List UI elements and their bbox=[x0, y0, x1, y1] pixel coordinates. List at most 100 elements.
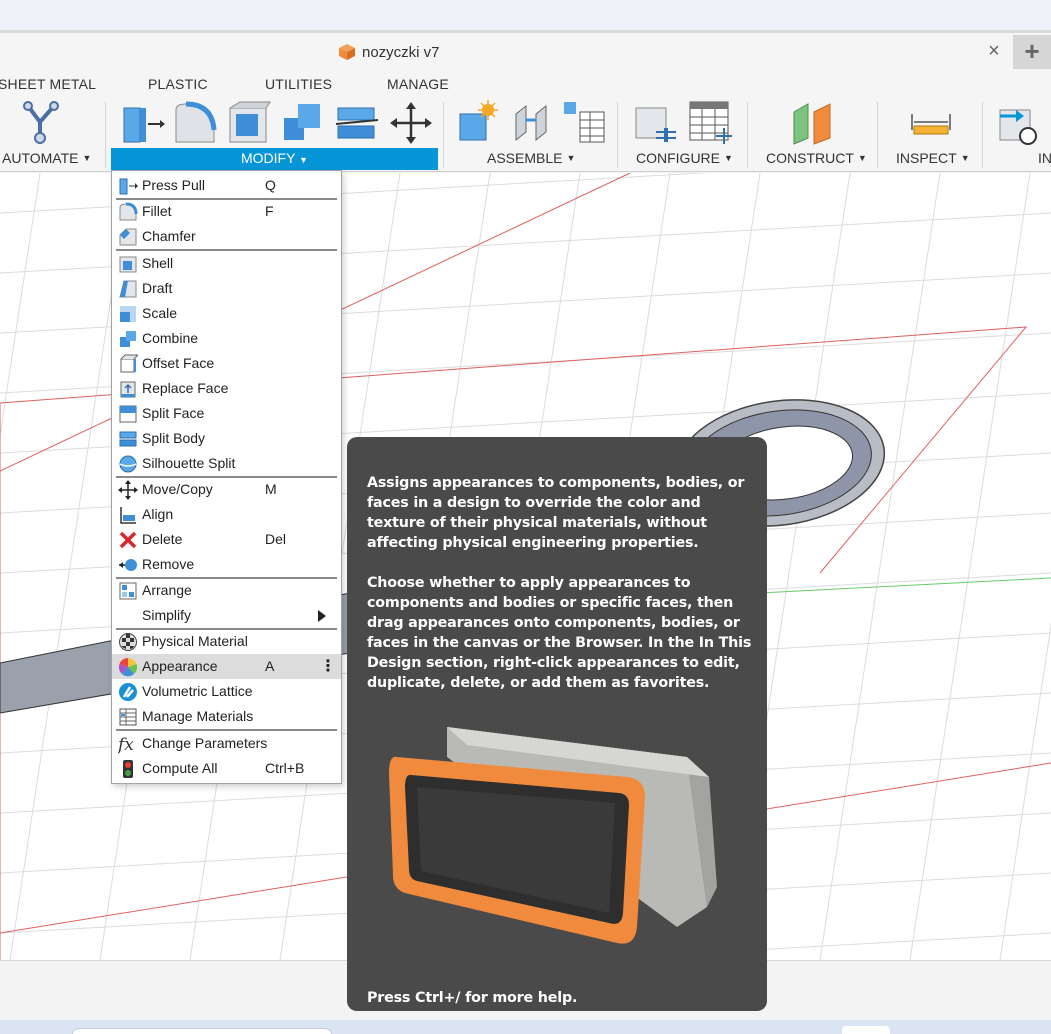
insert-label: IN bbox=[1038, 150, 1051, 166]
offset-plane-icon[interactable] bbox=[790, 100, 836, 146]
more-options-icon[interactable]: ⋮ bbox=[320, 656, 336, 676]
configuration-table-icon[interactable] bbox=[688, 100, 734, 146]
menu-item-label: Press Pull bbox=[142, 177, 206, 193]
menu-item-label: Draft bbox=[142, 280, 173, 296]
menu-item-volumetric-lattice[interactable]: Volumetric Lattice bbox=[112, 679, 341, 704]
menu-item-arrange[interactable]: Arrange bbox=[112, 578, 341, 603]
scale-icon bbox=[120, 306, 136, 322]
bill-of-materials-icon[interactable] bbox=[562, 100, 608, 146]
menu-item-scale[interactable]: Scale bbox=[112, 301, 341, 326]
manage-materials-icon bbox=[119, 708, 137, 726]
menu-item-appearance[interactable]: Appearance A ⋮ bbox=[112, 654, 341, 679]
document-title: nozyczki v7 bbox=[362, 43, 440, 61]
menu-item-chamfer[interactable]: Chamfer bbox=[112, 224, 341, 249]
menu-item-align[interactable]: Align bbox=[112, 502, 341, 527]
silhouette-split-icon bbox=[119, 455, 137, 473]
divider bbox=[877, 102, 878, 168]
construct-label: CONSTRUCT bbox=[766, 150, 854, 166]
menu-item-draft[interactable]: Draft bbox=[112, 276, 341, 301]
inspect-group-button[interactable]: INSPECT ▼ bbox=[896, 150, 970, 166]
menu-item-label: Compute All bbox=[142, 760, 218, 776]
menu-item-compute-all[interactable]: Compute All Ctrl+B bbox=[112, 756, 341, 781]
automate-icon[interactable] bbox=[20, 100, 66, 146]
document-cube-icon bbox=[339, 44, 355, 60]
tooltip-help-hint: Press Ctrl+/ for more help. bbox=[367, 990, 578, 1006]
configure-group-button[interactable]: CONFIGURE ▼ bbox=[636, 150, 733, 166]
align-icon bbox=[120, 507, 136, 524]
taskbar-search[interactable] bbox=[72, 1028, 332, 1034]
insert-group-button[interactable]: IN bbox=[1038, 150, 1051, 166]
menu-item-label: Offset Face bbox=[142, 355, 215, 371]
menu-item-manage-materials[interactable]: Manage Materials bbox=[112, 704, 341, 729]
menu-item-label: Change Parameters bbox=[142, 735, 268, 751]
combine-tool-icon[interactable] bbox=[280, 100, 326, 146]
remove-icon bbox=[119, 559, 137, 571]
menu-item-replace-face[interactable]: Replace Face bbox=[112, 376, 341, 401]
menu-item-combine[interactable]: Combine bbox=[112, 326, 341, 351]
replace-face-icon bbox=[120, 381, 136, 398]
menu-item-label: Volumetric Lattice bbox=[142, 683, 253, 699]
measure-icon[interactable] bbox=[908, 100, 954, 146]
automate-group-button[interactable]: AUTOMATE ▼ bbox=[2, 150, 91, 166]
tab-plastic[interactable]: PLASTIC bbox=[148, 76, 208, 92]
joint-icon[interactable] bbox=[510, 100, 556, 146]
close-tab-button[interactable]: × bbox=[984, 39, 1004, 63]
menu-item-fillet[interactable]: Fillet F bbox=[112, 199, 341, 224]
menu-item-delete[interactable]: Delete Del bbox=[112, 527, 341, 552]
menu-item-shell[interactable]: Shell bbox=[112, 251, 341, 276]
menu-item-label: Split Body bbox=[142, 430, 206, 446]
modify-dropdown-menu: Press Pull Q Fillet F Chamfer Shell Draf… bbox=[111, 170, 342, 784]
chamfer-icon bbox=[119, 228, 137, 246]
ribbon-toolbar: SHEET METAL PLASTIC UTILITIES MANAGE AUT… bbox=[0, 72, 1051, 172]
menu-item-remove[interactable]: Remove bbox=[112, 552, 341, 577]
press-pull-tool-icon[interactable] bbox=[120, 100, 166, 146]
caret-down-icon: ▼ bbox=[724, 153, 733, 163]
svg-text:fx: fx bbox=[118, 735, 134, 754]
fillet-tool-icon[interactable] bbox=[172, 100, 218, 146]
tab-utilities[interactable]: UTILITIES bbox=[265, 76, 332, 92]
insert-derive-icon[interactable] bbox=[996, 100, 1042, 146]
document-tab[interactable]: nozyczki v7 bbox=[338, 43, 440, 61]
configure-tool-icon[interactable] bbox=[634, 100, 680, 146]
assemble-label: ASSEMBLE bbox=[487, 150, 563, 166]
menu-item-simplify[interactable]: Simplify bbox=[112, 603, 341, 628]
shell-tool-icon[interactable] bbox=[226, 100, 272, 146]
caret-down-icon: ▼ bbox=[960, 153, 970, 163]
menu-item-label: Simplify bbox=[142, 607, 192, 623]
modify-group-button[interactable]: MODIFY ▼ bbox=[111, 148, 438, 170]
menu-item-label: Split Face bbox=[142, 405, 205, 421]
split-body-tool-icon[interactable] bbox=[334, 100, 380, 146]
menu-item-split-body[interactable]: Split Body bbox=[112, 426, 341, 451]
move-copy-tool-icon[interactable] bbox=[388, 100, 434, 146]
tab-manage[interactable]: MANAGE bbox=[387, 76, 449, 92]
menu-item-label: Move/Copy bbox=[142, 481, 213, 497]
press-pull-icon bbox=[119, 178, 138, 195]
new-component-icon[interactable] bbox=[456, 100, 502, 146]
construct-group-button[interactable]: CONSTRUCT ▼ bbox=[766, 150, 867, 166]
menu-item-change-parameters[interactable]: fx Change Parameters bbox=[112, 731, 341, 756]
menu-item-label: Arrange bbox=[142, 582, 192, 598]
menu-item-label: Shell bbox=[142, 255, 174, 271]
automate-label: AUTOMATE bbox=[2, 150, 79, 166]
taskbar-item[interactable] bbox=[842, 1026, 890, 1034]
menu-item-shortcut: M bbox=[265, 481, 277, 497]
menu-item-shortcut: Del bbox=[265, 531, 287, 547]
divider bbox=[443, 102, 444, 168]
compute-all-icon bbox=[123, 760, 133, 778]
caret-down-icon: ▼ bbox=[566, 153, 576, 163]
menu-item-offset-face[interactable]: Offset Face bbox=[112, 351, 341, 376]
tab-sheet-metal[interactable]: SHEET METAL bbox=[0, 76, 96, 92]
menu-item-press-pull[interactable]: Press Pull Q bbox=[112, 173, 341, 198]
divider bbox=[617, 102, 618, 168]
physical-material-icon bbox=[119, 633, 137, 651]
menu-item-label: Silhouette Split bbox=[142, 455, 236, 471]
combine-icon bbox=[120, 331, 136, 347]
menu-item-split-face[interactable]: Split Face bbox=[112, 401, 341, 426]
assemble-group-button[interactable]: ASSEMBLE ▼ bbox=[487, 150, 575, 166]
menu-item-physical-material[interactable]: Physical Material bbox=[112, 629, 341, 654]
menu-item-label: Delete bbox=[142, 531, 183, 547]
new-tab-button[interactable]: + bbox=[1013, 35, 1051, 69]
menu-item-silhouette-split[interactable]: Silhouette Split bbox=[112, 451, 341, 476]
menu-item-move-copy[interactable]: Move/Copy M bbox=[112, 477, 341, 502]
split-face-icon bbox=[119, 405, 137, 423]
